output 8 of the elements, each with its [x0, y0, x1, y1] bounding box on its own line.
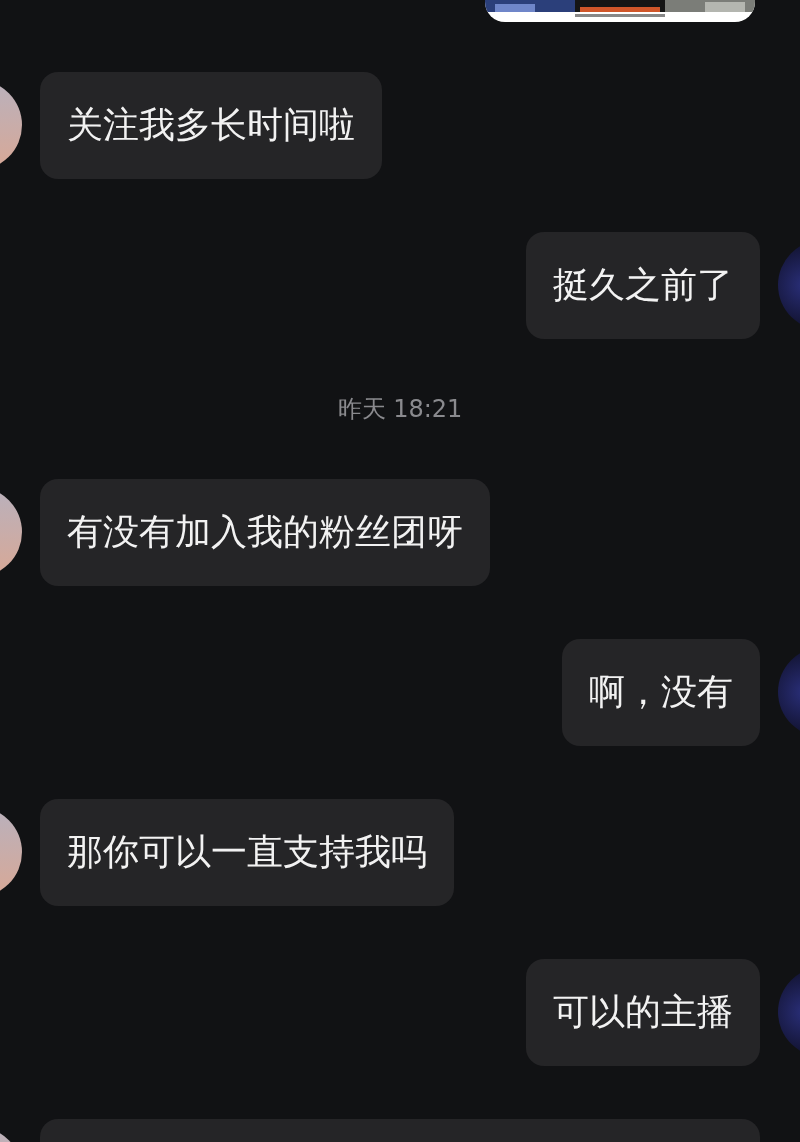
message-bubble: 关注我多长时间啦	[40, 72, 382, 179]
message-bubble: 有没有加入我的粉丝团呀	[40, 479, 490, 586]
message-bubble: 可以的主播	[526, 959, 760, 1066]
message-bubble: 挺久之前了	[526, 232, 760, 339]
message-bubble: 那你可以一直支持我吗	[40, 799, 454, 906]
message-bubble: 啊，没有	[562, 639, 760, 746]
timestamp: 昨天 18:21	[337, 394, 463, 424]
shared-card[interactable]	[485, 0, 755, 22]
